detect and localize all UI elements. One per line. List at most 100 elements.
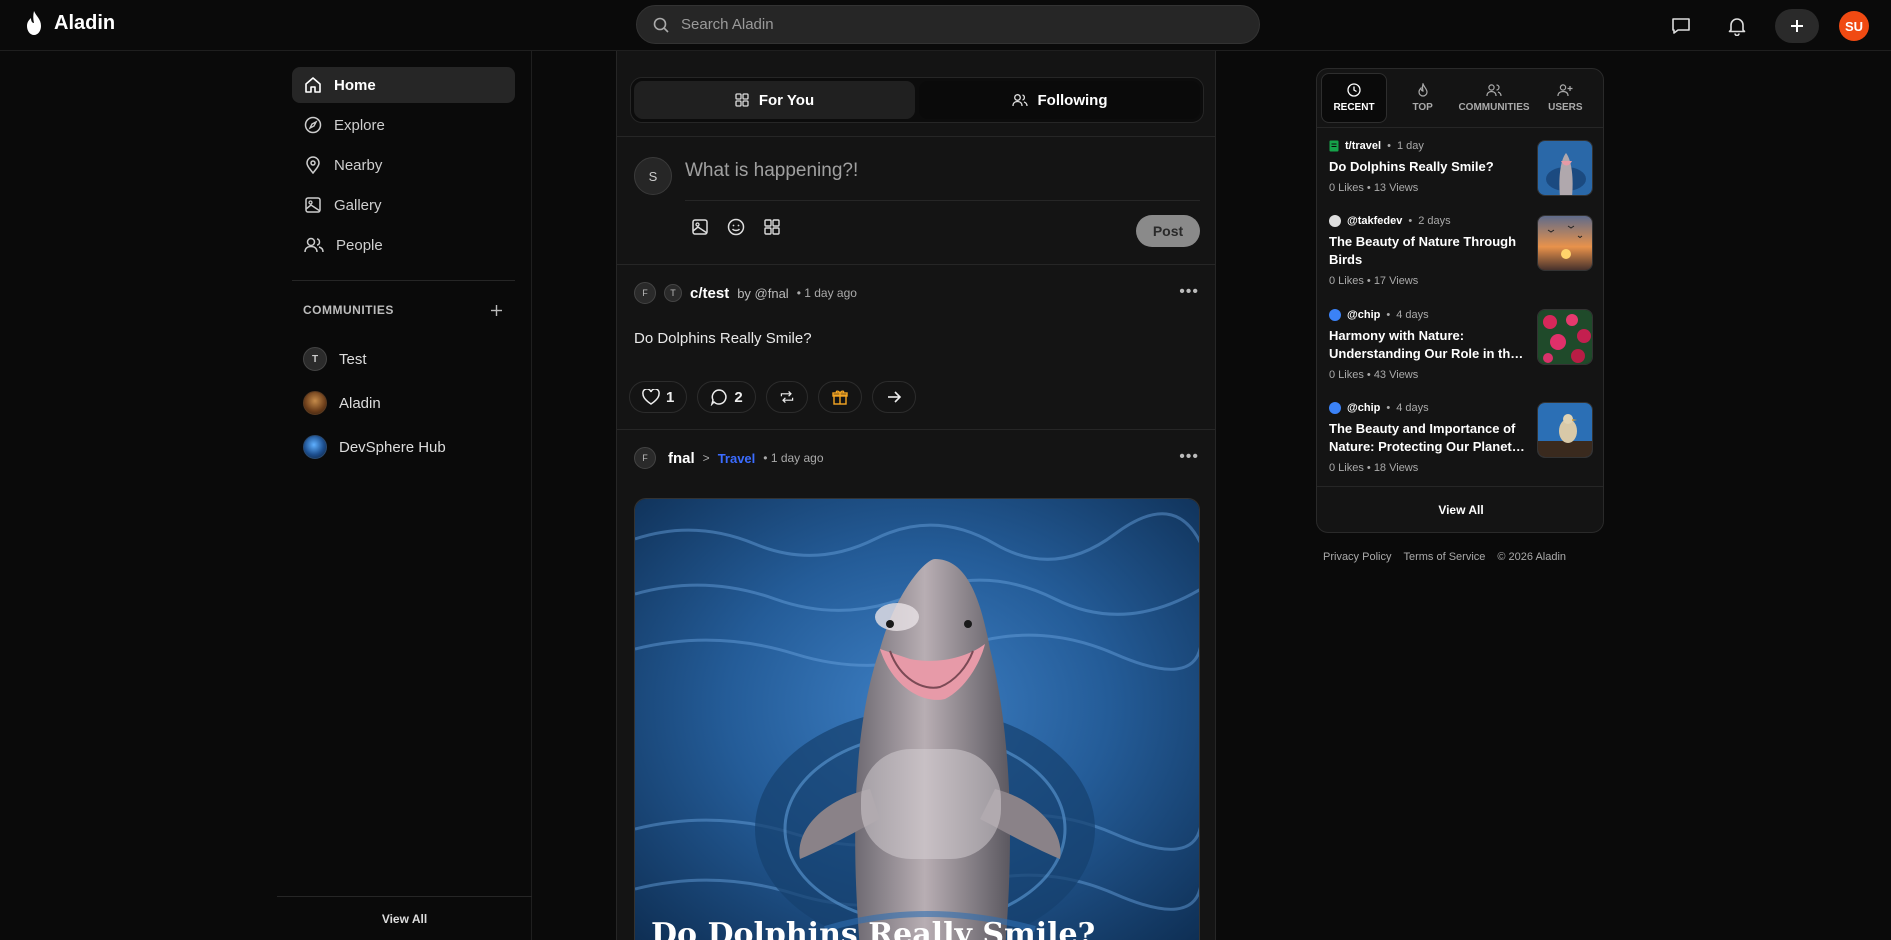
- item-sep: •: [1386, 402, 1391, 414]
- community-name: Test: [339, 350, 367, 368]
- nav-item-home[interactable]: Home: [292, 67, 515, 103]
- nav-item-people[interactable]: People: [292, 227, 515, 263]
- post-community[interactable]: c/test: [690, 285, 729, 302]
- community-item-devsphere-hub[interactable]: DevSphere Hub: [303, 425, 446, 469]
- privacy-policy-link[interactable]: Privacy Policy: [1323, 551, 1391, 563]
- nav-label: Nearby: [334, 156, 383, 174]
- tab-for-you[interactable]: For You: [634, 81, 915, 119]
- item-stats: 0 Likes • 18 Views: [1329, 462, 1419, 474]
- feed-post: F T c/test by @fnal • 1 day ago ••• Do D…: [617, 265, 1215, 430]
- community-avatar[interactable]: T: [664, 284, 682, 302]
- app-logo[interactable]: Aladin: [24, 10, 115, 36]
- item-source[interactable]: @takfedev: [1347, 215, 1402, 227]
- item-time: 1 day: [1396, 140, 1424, 152]
- dolphin-thumbnail: [1538, 141, 1592, 195]
- more-options-icon[interactable]: •••: [1179, 283, 1199, 301]
- composer-input[interactable]: What is happening?!: [685, 160, 858, 182]
- search-input[interactable]: [681, 16, 1221, 33]
- user-avatar-icon: [1329, 309, 1341, 321]
- left-sidebar: Home Explore Nearby Gallery People COMMU…: [277, 51, 532, 940]
- messages-button[interactable]: [1663, 8, 1699, 44]
- item-title[interactable]: The Beauty of Nature Through Birds: [1329, 233, 1529, 269]
- tab-label: COMMUNITIES: [1458, 102, 1530, 113]
- repost-button[interactable]: [765, 381, 808, 413]
- post-actions: 1 2: [629, 381, 916, 413]
- nav-item-nearby[interactable]: Nearby: [292, 147, 515, 183]
- message-icon: [1672, 18, 1690, 34]
- view-all-communities-button[interactable]: View All: [277, 896, 532, 940]
- item-stats: 0 Likes • 17 Views: [1329, 275, 1419, 287]
- item-source[interactable]: t/travel: [1345, 140, 1381, 152]
- communities-list: T Test Aladin DevSphere Hub: [303, 337, 446, 469]
- item-thumbnail[interactable]: [1537, 309, 1593, 365]
- post-button[interactable]: Post: [1136, 215, 1200, 247]
- terms-of-service-link[interactable]: Terms of Service: [1403, 551, 1485, 563]
- community-avatar: [303, 435, 327, 459]
- app-name: Aladin: [54, 11, 116, 34]
- community-item-aladin[interactable]: Aladin: [303, 381, 446, 425]
- recent-post-item[interactable]: @chip • 4 days Harmony with Nature: Unde…: [1329, 309, 1593, 389]
- item-thumbnail[interactable]: [1537, 215, 1593, 271]
- sunset-birds-thumbnail: [1538, 216, 1592, 270]
- post-author[interactable]: fnal: [668, 450, 695, 467]
- more-options-icon[interactable]: •••: [1179, 448, 1199, 466]
- item-thumbnail[interactable]: [1537, 402, 1593, 458]
- post-community[interactable]: Travel: [718, 451, 756, 466]
- author-avatar[interactable]: F: [634, 447, 656, 469]
- communities-heading: COMMUNITIES: [303, 303, 394, 317]
- recent-post-item[interactable]: t/travel • 1 day Do Dolphins Really Smil…: [1329, 140, 1593, 220]
- grid-icon[interactable]: [763, 218, 781, 236]
- gift-button[interactable]: [817, 381, 862, 413]
- search-bar[interactable]: [636, 5, 1260, 44]
- users-icon: [1486, 84, 1502, 97]
- nav-item-explore[interactable]: Explore: [292, 107, 515, 143]
- community-name: DevSphere Hub: [339, 438, 446, 456]
- comment-button[interactable]: 2: [697, 381, 756, 413]
- create-button[interactable]: [1775, 9, 1819, 43]
- like-button[interactable]: 1: [629, 381, 688, 413]
- tab-label: Following: [1037, 91, 1108, 109]
- recent-post-item[interactable]: @chip • 4 days The Beauty and Importance…: [1329, 402, 1593, 482]
- item-title[interactable]: Harmony with Nature: Understanding Our R…: [1329, 327, 1529, 363]
- notifications-button[interactable]: [1719, 8, 1755, 44]
- item-title[interactable]: The Beauty and Importance of Nature: Pro…: [1329, 420, 1529, 456]
- heart-icon: [642, 389, 660, 405]
- post-author[interactable]: by @fnal: [737, 286, 789, 301]
- item-thumbnail[interactable]: [1537, 140, 1593, 196]
- emoji-icon[interactable]: [727, 218, 745, 236]
- nav-item-gallery[interactable]: Gallery: [292, 187, 515, 223]
- item-sep: •: [1408, 215, 1413, 227]
- recent-posts-panel: RECENT TOP COMMUNITIES USERS t/travel • …: [1316, 68, 1604, 533]
- post-text: Do Dolphins Really Smile?: [634, 330, 812, 347]
- post-image[interactable]: Do Dolphins Really Smile?: [634, 498, 1200, 940]
- author-avatar[interactable]: F: [634, 282, 656, 304]
- community-item-test[interactable]: T Test: [303, 337, 446, 381]
- copyright-text: © 2026 Aladin: [1497, 551, 1567, 563]
- item-source[interactable]: @chip: [1347, 309, 1380, 321]
- nav-label: Explore: [334, 116, 385, 134]
- post-composer: S What is happening?! Post: [617, 136, 1215, 265]
- item-title[interactable]: Do Dolphins Really Smile?: [1329, 158, 1529, 176]
- tab-communities[interactable]: COMMUNITIES: [1458, 73, 1530, 123]
- clock-icon: [1347, 83, 1361, 97]
- item-source[interactable]: @chip: [1347, 402, 1380, 414]
- gift-icon: [831, 390, 848, 405]
- recent-post-item[interactable]: @takfedev • 2 days The Beauty of Nature …: [1329, 215, 1593, 295]
- composer-avatar: S: [634, 157, 672, 195]
- post-header: F T c/test by @fnal • 1 day ago: [634, 282, 857, 304]
- bird-thumbnail: [1538, 403, 1592, 457]
- share-button[interactable]: [871, 381, 916, 413]
- home-icon: [305, 77, 321, 93]
- tab-following[interactable]: Following: [919, 81, 1200, 119]
- tab-users[interactable]: USERS: [1530, 73, 1601, 123]
- image-icon[interactable]: [691, 218, 709, 236]
- item-time: 4 days: [1396, 402, 1429, 414]
- tab-recent[interactable]: RECENT: [1321, 73, 1387, 123]
- flame-logo-icon: [27, 11, 41, 35]
- tab-top[interactable]: TOP: [1387, 73, 1458, 123]
- add-community-icon[interactable]: [490, 304, 503, 317]
- user-avatar[interactable]: SU: [1839, 11, 1869, 41]
- view-all-recent-button[interactable]: View All: [1317, 486, 1603, 532]
- footer-links: Privacy Policy Terms of Service © 2026 A…: [1323, 551, 1566, 563]
- user-avatar-icon: [1329, 402, 1341, 414]
